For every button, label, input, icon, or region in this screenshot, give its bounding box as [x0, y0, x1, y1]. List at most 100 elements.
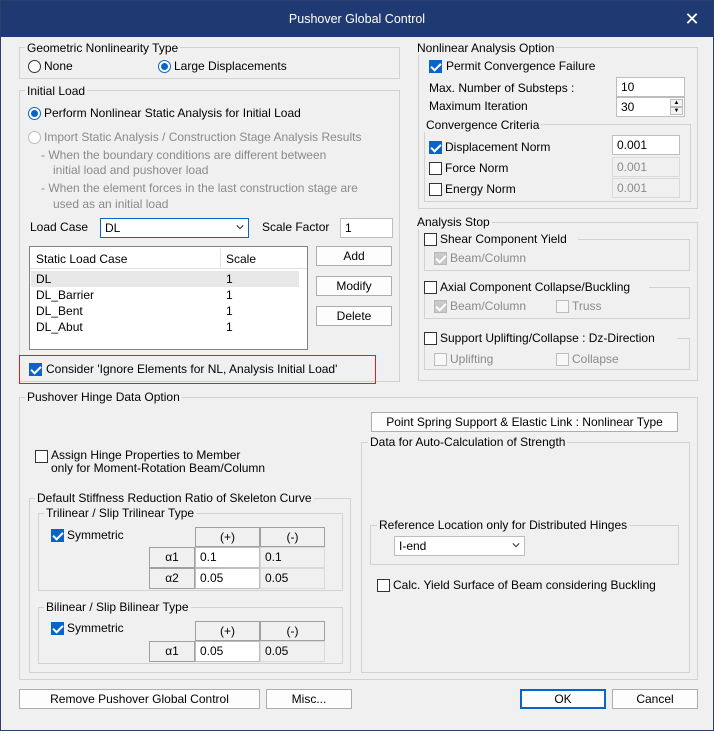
- window-title: Pushover Global Control: [288, 12, 426, 26]
- collapse-label: Collapse: [572, 352, 619, 366]
- max-substeps-input[interactable]: 10: [616, 77, 685, 97]
- note-boundary-1: - When the boundary conditions are diffe…: [41, 148, 327, 162]
- shear-beam-column-label: Beam/Column: [450, 251, 527, 265]
- uplifting-checkbox[interactable]: [434, 353, 447, 366]
- alpha2-label: α2: [149, 568, 195, 589]
- convergence-criteria-title: Convergence Criteria: [424, 118, 542, 132]
- bilinear-minus-header: (-): [260, 621, 325, 641]
- import-results-radio[interactable]: [28, 131, 41, 144]
- note-boundary-2: initial load and pushover load: [53, 163, 209, 177]
- bilinear-a1-plus-input[interactable]: 0.05: [195, 641, 260, 662]
- stiffness-reduction-title: Default Stiffness Reduction Ratio of Ske…: [35, 491, 314, 505]
- bilinear-alpha1-label: α1: [149, 641, 195, 662]
- import-results-label: Import Static Analysis / Construction St…: [44, 130, 362, 144]
- static-load-case-table[interactable]: Static Load Case Scale DL 1 DL_Barrier 1…: [29, 246, 308, 350]
- permit-convergence-label: Permit Convergence Failure: [446, 59, 596, 73]
- trilinear-a2-minus-input[interactable]: 0.05: [260, 568, 325, 589]
- trilinear-symmetric-checkbox[interactable]: [51, 529, 64, 542]
- hinge-data-title: Pushover Hinge Data Option: [25, 390, 182, 404]
- none-radio[interactable]: [28, 60, 41, 73]
- trilinear-a2-plus-input[interactable]: 0.05: [195, 568, 260, 589]
- scale-factor-label: Scale Factor: [262, 220, 330, 234]
- modify-button[interactable]: Modify: [316, 276, 392, 296]
- trilinear-a1-minus-input[interactable]: 0.1: [260, 547, 325, 568]
- bilinear-title: Bilinear / Slip Bilinear Type: [44, 600, 191, 614]
- calc-yield-surface-checkbox[interactable]: [377, 579, 390, 592]
- minus-header: (-): [260, 527, 325, 547]
- max-iteration-input[interactable]: 30 ▲ ▼: [616, 97, 685, 117]
- trilinear-a1-plus-input[interactable]: 0.1: [195, 547, 260, 568]
- ok-button[interactable]: OK: [520, 689, 606, 709]
- reference-location-value: I-end: [399, 539, 427, 553]
- displacement-norm-input[interactable]: 0.001: [612, 135, 680, 155]
- assign-hinge-label-1: Assign Hinge Properties to Member: [51, 448, 241, 462]
- bilinear-a1-minus-input[interactable]: 0.05: [260, 641, 325, 662]
- force-norm-input[interactable]: 0.001: [612, 157, 680, 177]
- close-icon[interactable]: ✕: [681, 8, 703, 30]
- cancel-button[interactable]: Cancel: [612, 689, 698, 709]
- axial-collapse-checkbox[interactable]: [424, 281, 437, 294]
- axial-truss-checkbox[interactable]: [556, 300, 569, 313]
- trilinear-title: Trilinear / Slip Trilinear Type: [44, 506, 197, 520]
- perform-nonlinear-radio[interactable]: [28, 107, 41, 120]
- analysis-stop-title: Analysis Stop: [415, 215, 492, 229]
- table-cell-scale: 1: [226, 288, 233, 302]
- column-header-scale[interactable]: Scale: [226, 252, 256, 266]
- column-header-static-load-case[interactable]: Static Load Case: [36, 252, 127, 266]
- uplifting-label: Uplifting: [450, 352, 494, 366]
- displacement-norm-label: Displacement Norm: [445, 140, 551, 154]
- spin-up-icon[interactable]: ▲: [670, 99, 683, 107]
- auto-calculation-title: Data for Auto-Calculation of Strength: [368, 435, 568, 449]
- shear-yield-checkbox[interactable]: [424, 233, 437, 246]
- axial-beam-column-label: Beam/Column: [450, 299, 527, 313]
- chevron-down-icon: [236, 225, 244, 230]
- axial-collapse-label: Axial Component Collapse/Buckling: [440, 280, 631, 294]
- add-button[interactable]: Add: [316, 246, 392, 266]
- table-cell-case[interactable]: DL_Abut: [36, 320, 83, 334]
- table-cell-case[interactable]: DL_Barrier: [36, 288, 94, 302]
- consider-ignore-elements-checkbox[interactable]: [29, 363, 42, 376]
- large-displacements-radio[interactable]: [158, 60, 171, 73]
- spin-down-icon[interactable]: ▼: [670, 107, 683, 115]
- table-cell-case[interactable]: DL_Bent: [36, 304, 83, 318]
- max-substeps-label: Max. Number of Substeps :: [429, 81, 575, 95]
- axial-truss-label: Truss: [572, 299, 602, 313]
- assign-hinge-label-2: only for Moment-Rotation Beam/Column: [51, 461, 266, 475]
- permit-convergence-checkbox[interactable]: [429, 60, 442, 73]
- energy-norm-input[interactable]: 0.001: [612, 178, 680, 198]
- remove-pushover-button[interactable]: Remove Pushover Global Control: [19, 689, 260, 709]
- column-divider: [220, 249, 221, 267]
- assign-hinge-checkbox[interactable]: [35, 450, 48, 463]
- point-spring-button[interactable]: Point Spring Support & Elastic Link : No…: [371, 412, 678, 432]
- table-row-selected[interactable]: [31, 271, 299, 287]
- alpha1-label: α1: [149, 547, 195, 568]
- initial-load-title: Initial Load: [25, 84, 88, 98]
- delete-button[interactable]: Delete: [316, 306, 392, 326]
- displacement-norm-checkbox[interactable]: [429, 141, 442, 154]
- force-norm-checkbox[interactable]: [429, 162, 442, 175]
- collapse-checkbox[interactable]: [556, 353, 569, 366]
- consider-ignore-elements-label: Consider 'Ignore Elements for NL, Analys…: [46, 362, 338, 376]
- plus-header: (+): [195, 527, 260, 547]
- bilinear-plus-header: (+): [195, 621, 260, 641]
- pushover-global-control-dialog: Pushover Global Control ✕ Geometric Nonl…: [0, 0, 714, 731]
- table-cell-scale: 1: [226, 320, 233, 334]
- axial-beam-column-checkbox[interactable]: [434, 300, 447, 313]
- bilinear-symmetric-checkbox[interactable]: [51, 622, 64, 635]
- scale-factor-input[interactable]: 1: [340, 218, 393, 238]
- table-cell-scale: 1: [226, 272, 233, 286]
- energy-norm-checkbox[interactable]: [429, 183, 442, 196]
- misc-button[interactable]: Misc...: [266, 689, 352, 709]
- force-norm-label: Force Norm: [445, 161, 509, 175]
- reference-location-dropdown[interactable]: I-end: [394, 536, 525, 556]
- support-uplift-checkbox[interactable]: [424, 332, 437, 345]
- energy-norm-label: Energy Norm: [445, 182, 516, 196]
- bilinear-symmetric-label: Symmetric: [67, 621, 124, 635]
- max-iteration-value: 30: [621, 100, 635, 114]
- load-case-dropdown[interactable]: DL: [100, 218, 249, 238]
- trilinear-symmetric-label: Symmetric: [67, 528, 124, 542]
- shear-beam-column-checkbox[interactable]: [434, 252, 447, 265]
- title-bar[interactable]: Pushover Global Control ✕: [1, 1, 713, 37]
- reference-location-title: Reference Location only for Distributed …: [377, 518, 630, 532]
- large-displacements-label: Large Displacements: [174, 59, 287, 73]
